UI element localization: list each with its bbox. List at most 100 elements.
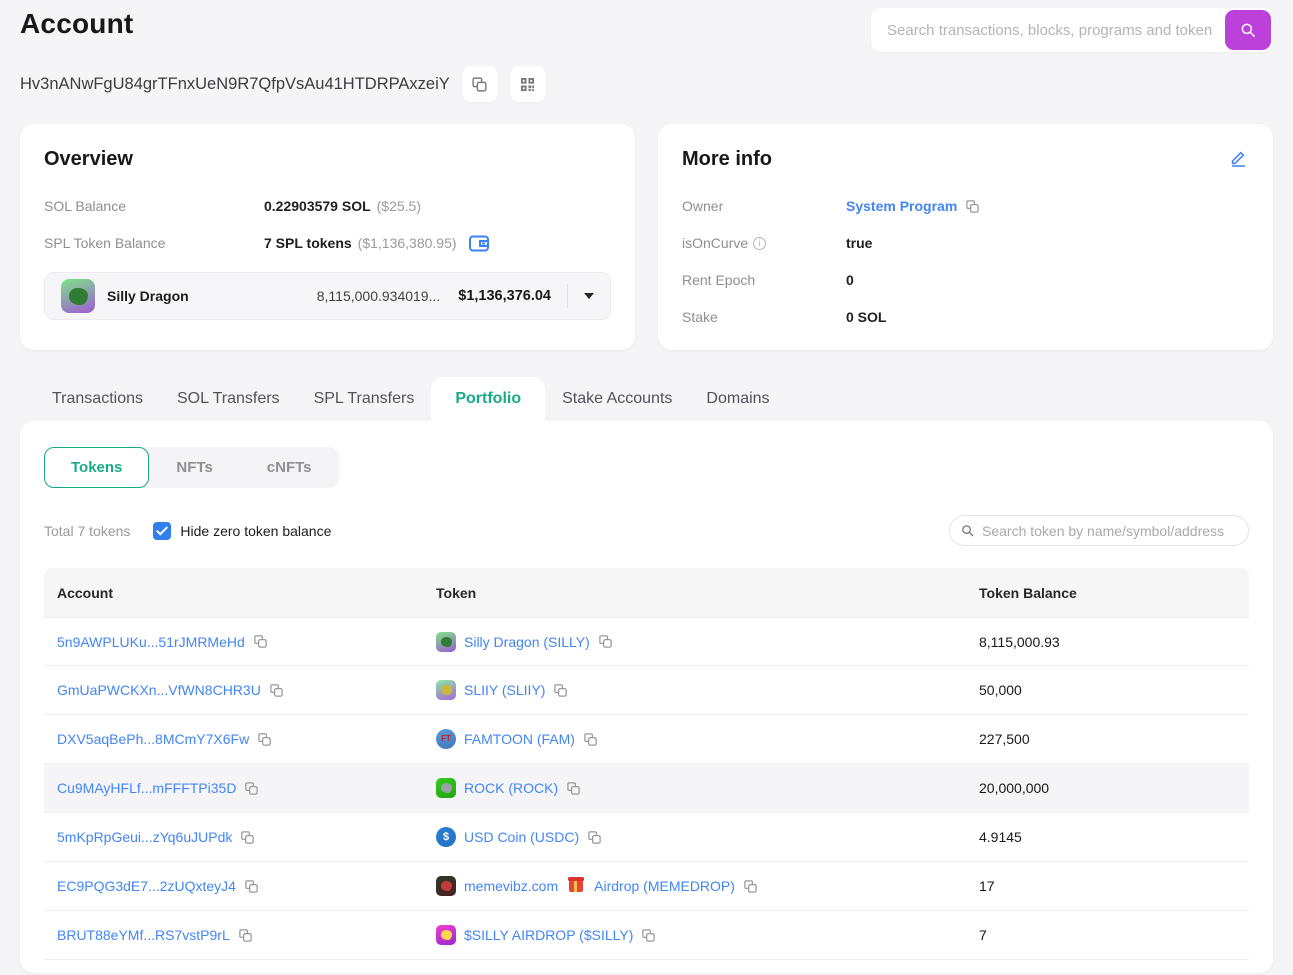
subtab-tokens[interactable]: Tokens: [44, 447, 150, 488]
more-info-rows: Owner System Program isOnCurvetrue Rent Epo…: [682, 195, 1249, 328]
token-icon: [436, 876, 456, 896]
gift-icon: [568, 877, 585, 892]
token-link[interactable]: $SILLY AIRDROP ($SILLY): [464, 927, 633, 943]
token-balance: 17: [979, 878, 995, 894]
copy-address-button[interactable]: [461, 66, 498, 102]
copy-icon[interactable]: [253, 634, 268, 649]
copy-icon[interactable]: [553, 683, 568, 698]
token-link[interactable]: FAMTOON (FAM): [464, 731, 575, 747]
account-address: Hv3nANwFgU84grTFnxUeN9R7QfpVsAu41HTDRPAx…: [20, 74, 450, 93]
token-icon: $: [436, 827, 456, 847]
qr-code-button[interactable]: [509, 66, 546, 102]
token-icon: [436, 631, 456, 652]
copy-icon[interactable]: [598, 634, 613, 649]
token-selector-name: Silly Dragon: [107, 288, 189, 304]
account-link[interactable]: BRUT88eYMf...RS7vstP9rL: [57, 927, 230, 943]
copy-icon[interactable]: [240, 830, 255, 845]
copy-icon[interactable]: [238, 928, 253, 943]
token-link[interactable]: ROCK (ROCK): [464, 780, 558, 796]
wallet-icon[interactable]: [468, 235, 489, 252]
tab-transactions[interactable]: Transactions: [35, 377, 160, 421]
column-header-token-balance: Token Balance: [979, 584, 1077, 601]
token-row: BRUT88eYMf...RS7vstP9rL $SILLY AIRDROP ($…: [44, 911, 1249, 960]
divider: [567, 284, 568, 308]
token-row: 5mKpRpGeui...zYq6uJUPdk $ USD Coin (USDC) 4…: [44, 813, 1249, 862]
token-icon: [436, 778, 456, 798]
account-link[interactable]: 5mKpRpGeui...zYq6uJUPdk: [57, 829, 232, 845]
more-info-row-value: System Program: [846, 198, 980, 214]
more-info-row: Rent Epoch 0: [682, 269, 1249, 291]
token-balance: 20,000,000: [979, 780, 1050, 796]
overview-row-label: SPL Token Balance: [44, 235, 166, 251]
column-header-token: Token: [436, 584, 477, 601]
token-selector[interactable]: Silly Dragon 8,115,000.934019... $1,136,…: [44, 272, 611, 320]
token-selector-amount: 8,115,000.934019...: [316, 288, 441, 304]
copy-icon[interactable]: [743, 879, 758, 894]
more-info-title: More info: [682, 148, 772, 170]
more-info-row: Stake 0 SOL: [682, 306, 1249, 328]
token-row: GmUaPWCKXn...VfWN8CHR3U SLIIY (SLIIY) 50,0…: [44, 666, 1249, 715]
token-row: 5n9AWPLUKu...51rJMRMeHd Silly Dragon (SIL…: [44, 617, 1249, 666]
more-info-row-label: Rent Epoch: [682, 272, 756, 288]
more-info-row-label: isOnCurve: [682, 235, 846, 251]
filter-row: Total 7 tokens Hide zero token balance: [44, 515, 1249, 546]
subtab-nfts[interactable]: NFTs: [149, 447, 239, 488]
more-info-row-value: 0 SOL: [846, 309, 887, 325]
qr-code-icon: [520, 77, 535, 92]
more-info-row-label: Owner: [682, 198, 724, 214]
token-link[interactable]: USD Coin (USDC): [464, 829, 579, 845]
subtab-cnfts[interactable]: cNFTs: [240, 447, 339, 488]
token-row: DXV5aqBePh...8MCmY7X6Fw FT FAMTOON (FAM) 22…: [44, 715, 1249, 764]
more-info-card: More info Owner System Program isOnCurvetr…: [658, 124, 1273, 350]
overview-card: Overview SOL Balance 0.22903579 SOL ($25.5…: [20, 124, 635, 350]
account-link[interactable]: GmUaPWCKXn...VfWN8CHR3U: [57, 682, 261, 698]
token-icon: [436, 680, 456, 700]
token-search-input[interactable]: [982, 522, 1238, 539]
tab-sol-transfers[interactable]: SOL Transfers: [160, 377, 297, 421]
overview-title: Overview: [44, 148, 133, 170]
copy-icon[interactable]: [583, 732, 598, 747]
copy-icon[interactable]: [257, 732, 272, 747]
tab-portfolio[interactable]: Portfolio: [431, 377, 546, 421]
token-link[interactable]: Silly Dragon (SILLY): [464, 634, 590, 650]
tab-spl-transfers[interactable]: SPL Transfers: [297, 377, 432, 421]
token-link[interactable]: SLIIY (SLIIY): [464, 682, 545, 698]
token-link[interactable]: memevibz.com Airdrop (MEMEDROP): [464, 877, 735, 894]
overview-rows: SOL Balance 0.22903579 SOL ($25.5) SPL Toke…: [44, 195, 611, 254]
token-selector-usd: $1,136,376.04: [458, 288, 551, 304]
token-row: Cu9MAyHFLf...mFFFTPi35D ROCK (ROCK) 20,000…: [44, 764, 1249, 813]
more-info-row: Owner System Program: [682, 195, 1249, 217]
global-search-input[interactable]: [871, 8, 1273, 52]
summary-cards: Overview SOL Balance 0.22903579 SOL ($25.5…: [20, 124, 1273, 350]
info-icon: [753, 236, 767, 250]
tab-domains[interactable]: Domains: [689, 377, 786, 421]
copy-icon[interactable]: [244, 781, 259, 796]
account-link[interactable]: 5n9AWPLUKu...51rJMRMeHd: [57, 634, 245, 650]
overview-row: SOL Balance 0.22903579 SOL ($25.5): [44, 195, 611, 217]
token-row: EC9PQG3dE7...2zUQxteyJ4 memevibz.com Airdr…: [44, 862, 1249, 911]
overview-row-label: SOL Balance: [44, 198, 126, 214]
global-search-button[interactable]: [1225, 10, 1271, 50]
tab-stake-accounts[interactable]: Stake Accounts: [545, 377, 689, 421]
overview-row-value: 7 SPL tokens ($1,136,380.95): [264, 235, 489, 252]
edit-button[interactable]: [1228, 148, 1249, 169]
hide-zero-label[interactable]: Hide zero token balance: [180, 523, 331, 539]
token-icon: FT: [436, 729, 456, 749]
copy-icon[interactable]: [965, 199, 980, 214]
copy-icon[interactable]: [587, 830, 602, 845]
hide-zero-checkbox[interactable]: [153, 521, 172, 540]
token-icon: [436, 925, 456, 945]
silly-dragon-token-icon: [61, 279, 95, 313]
copy-icon[interactable]: [244, 879, 259, 894]
copy-icon[interactable]: [269, 683, 284, 698]
more-info-row-value: true: [846, 235, 873, 251]
chevron-down-icon: [584, 293, 594, 299]
page: Account Hv3nANwFgU84grTFnxUeN9R7QfpVsAu4…: [0, 0, 1293, 973]
account-link[interactable]: Cu9MAyHFLf...mFFFTPi35D: [57, 780, 236, 796]
account-link[interactable]: EC9PQG3dE7...2zUQxteyJ4: [57, 878, 236, 894]
copy-icon[interactable]: [566, 781, 581, 796]
token-balance: 227,500: [979, 731, 1030, 747]
owner-link[interactable]: System Program: [846, 198, 957, 214]
copy-icon[interactable]: [641, 928, 656, 943]
account-link[interactable]: DXV5aqBePh...8MCmY7X6Fw: [57, 731, 249, 747]
